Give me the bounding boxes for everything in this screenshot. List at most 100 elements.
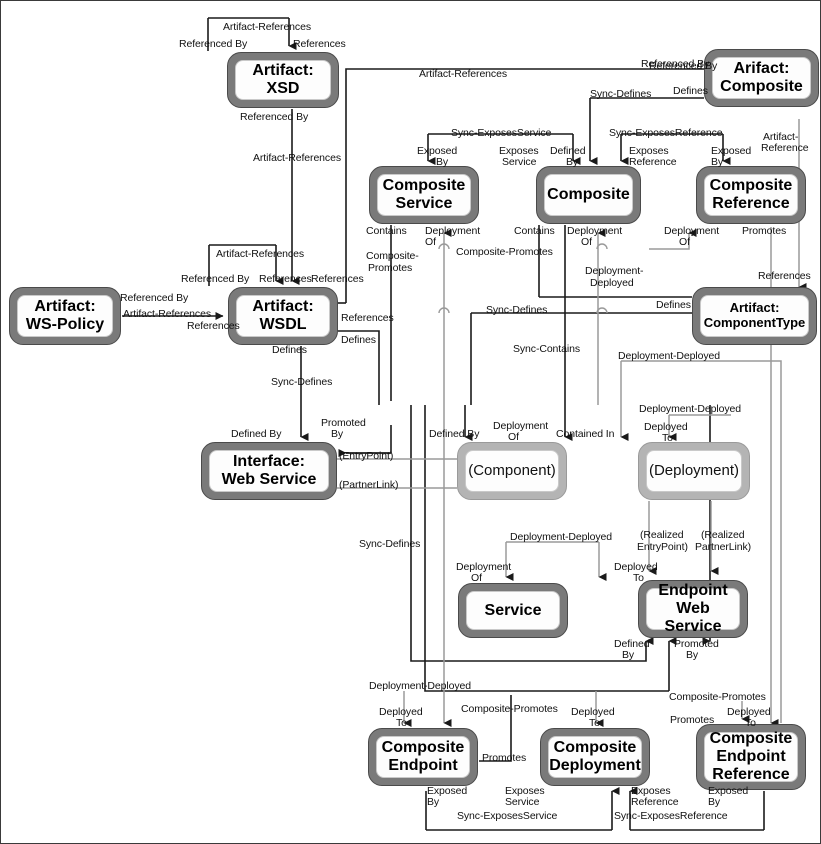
edge-label: Sync-Defines bbox=[486, 304, 548, 316]
edge-label: Composite- bbox=[366, 250, 419, 262]
node-label-line1: Artifact: bbox=[252, 62, 314, 80]
edge-label: By bbox=[622, 649, 635, 661]
node-composite-service[interactable]: Composite Service bbox=[369, 166, 479, 224]
edge-label: Defines bbox=[341, 334, 376, 346]
edge-label: References bbox=[187, 320, 240, 332]
node-composite-endpoint[interactable]: Composite Endpoint bbox=[368, 728, 478, 786]
node-composite-reference[interactable]: Composite Reference bbox=[696, 166, 806, 224]
edge-label: Deployment-Deployed bbox=[618, 350, 720, 362]
node-label-line1: Composite bbox=[553, 739, 637, 757]
edge-label: Sync-Contains bbox=[513, 343, 580, 355]
node-service[interactable]: Service bbox=[458, 583, 568, 638]
node-artifact-xsd[interactable]: Artifact: XSD bbox=[227, 52, 339, 108]
node-label-line1: (Deployment) bbox=[648, 461, 740, 479]
node-component[interactable]: (Component) bbox=[457, 442, 567, 500]
edge-label: Deployed bbox=[590, 277, 634, 289]
edge-label: By bbox=[436, 156, 449, 168]
edge-label: Of bbox=[581, 236, 592, 248]
edge-label: Composite-Promotes bbox=[669, 691, 766, 703]
edge-label: Promotes bbox=[670, 714, 715, 726]
edge-label: Composite-Promotes bbox=[461, 703, 558, 715]
node-label-line2: WSDL bbox=[259, 316, 307, 333]
node-deployment[interactable]: (Deployment) bbox=[638, 442, 750, 500]
node-label-line2: XSD bbox=[266, 80, 300, 97]
edge-label: Artifact-References bbox=[216, 248, 304, 260]
edge-label: Deployment bbox=[493, 420, 549, 432]
edge-label: Composite-Promotes bbox=[456, 246, 553, 258]
edge-label: Contains bbox=[366, 225, 407, 237]
node-label-line1: Artifact: bbox=[34, 298, 96, 316]
node-label-line1: Artifact: bbox=[729, 300, 780, 316]
edge-label: Reference bbox=[629, 156, 677, 168]
node-composite-deployment[interactable]: Composite Deployment bbox=[540, 728, 650, 786]
node-arifact-composite[interactable]: Arifact: Composite bbox=[704, 49, 819, 107]
edge-label: Referenced By bbox=[120, 292, 189, 304]
node-label-line1: Service bbox=[484, 601, 542, 619]
diagram-canvas: Artifact: XSD Arifact: Composite Composite… bbox=[0, 0, 821, 844]
edge-label: References bbox=[259, 273, 312, 285]
node-label-line1: (Component) bbox=[468, 461, 556, 479]
edge-label: References bbox=[758, 270, 811, 282]
edge-label: References bbox=[311, 273, 364, 285]
node-label-line2: Endpoint bbox=[716, 748, 786, 766]
edge-label: By bbox=[331, 428, 344, 440]
edge-label: By bbox=[686, 649, 699, 661]
node-label-line1: Endpoint Web bbox=[658, 582, 728, 618]
edge-label: Referenced By bbox=[240, 111, 309, 123]
node-label-line1: Interface: bbox=[232, 453, 306, 471]
edge-label: Referenced By bbox=[649, 60, 718, 72]
edge-label: Promotes bbox=[482, 752, 527, 764]
edge-label: (PartnerLink) bbox=[339, 479, 399, 491]
node-label-line2: Web Service bbox=[221, 471, 317, 488]
edge-label: Sync-ExposesReference bbox=[609, 127, 723, 139]
edge-label: To bbox=[745, 717, 756, 729]
edge-label: Promoted bbox=[321, 417, 366, 429]
edge-label: Artifact-References bbox=[123, 308, 211, 320]
edge-label: Of bbox=[425, 236, 436, 248]
node-label-line3: Reference bbox=[712, 765, 790, 783]
edge-label: Referenced By bbox=[181, 273, 250, 285]
edge-label: By bbox=[711, 156, 724, 168]
edge-label: Sync-ExposesReference bbox=[614, 810, 728, 822]
edge-label: Contains bbox=[514, 225, 555, 237]
edge-label: Defines bbox=[656, 299, 691, 311]
node-label-line1: Composite bbox=[547, 186, 630, 204]
edge-label: (Realized bbox=[701, 529, 745, 541]
node-artifact-componenttype[interactable]: Artifact: ComponentType bbox=[692, 287, 817, 345]
edge-label: EntryPoint) bbox=[637, 541, 688, 553]
edge-label: To bbox=[589, 717, 600, 729]
node-composite[interactable]: Composite bbox=[536, 166, 641, 224]
edge-label: By bbox=[566, 156, 579, 168]
node-label-line2: Deployment bbox=[549, 757, 641, 774]
edge-label: Artifact-References bbox=[253, 152, 341, 164]
edge-label: Sync-Defines bbox=[271, 376, 333, 388]
node-label-line1: Composite bbox=[382, 177, 466, 195]
node-endpoint-web-service[interactable]: Endpoint Web Service bbox=[638, 580, 748, 638]
edge-label: Defines bbox=[673, 85, 708, 97]
edge-label: Promotes bbox=[742, 225, 787, 237]
edge-label: Deployment-Deployed bbox=[369, 680, 471, 692]
edge-label: Promotes bbox=[368, 262, 413, 274]
node-artifact-ws-policy[interactable]: Artifact: WS-Policy bbox=[9, 287, 121, 345]
edge-label: Of bbox=[679, 236, 690, 248]
node-label-line2: Composite bbox=[720, 78, 803, 95]
edge-label: Reference bbox=[761, 142, 809, 154]
edge-label: (EntryPoint) bbox=[339, 450, 394, 462]
edge-label: (Realized bbox=[640, 529, 684, 541]
node-label-line1: Arifact: bbox=[733, 60, 790, 78]
edge-label: Of bbox=[471, 572, 482, 584]
edge-label: References bbox=[293, 38, 346, 50]
node-label-line2: Service bbox=[664, 617, 722, 635]
edge-label: To bbox=[396, 717, 407, 729]
node-artifact-wsdl[interactable]: Artifact: WSDL bbox=[228, 287, 338, 345]
node-label-line1: Composite bbox=[381, 739, 465, 757]
node-label-line1: Artifact: bbox=[252, 298, 314, 316]
edge-label: Deployment bbox=[664, 225, 720, 237]
edge-label: Deployment- bbox=[585, 265, 644, 277]
node-composite-endpoint-reference[interactable]: Composite Endpoint Reference bbox=[696, 724, 806, 790]
edge-label: To bbox=[633, 572, 644, 584]
edge-label: Referenced By bbox=[179, 38, 248, 50]
node-interface-web-service[interactable]: Interface: Web Service bbox=[201, 442, 337, 500]
edge-label: Of bbox=[508, 431, 519, 443]
edge-label: Service bbox=[505, 796, 540, 808]
